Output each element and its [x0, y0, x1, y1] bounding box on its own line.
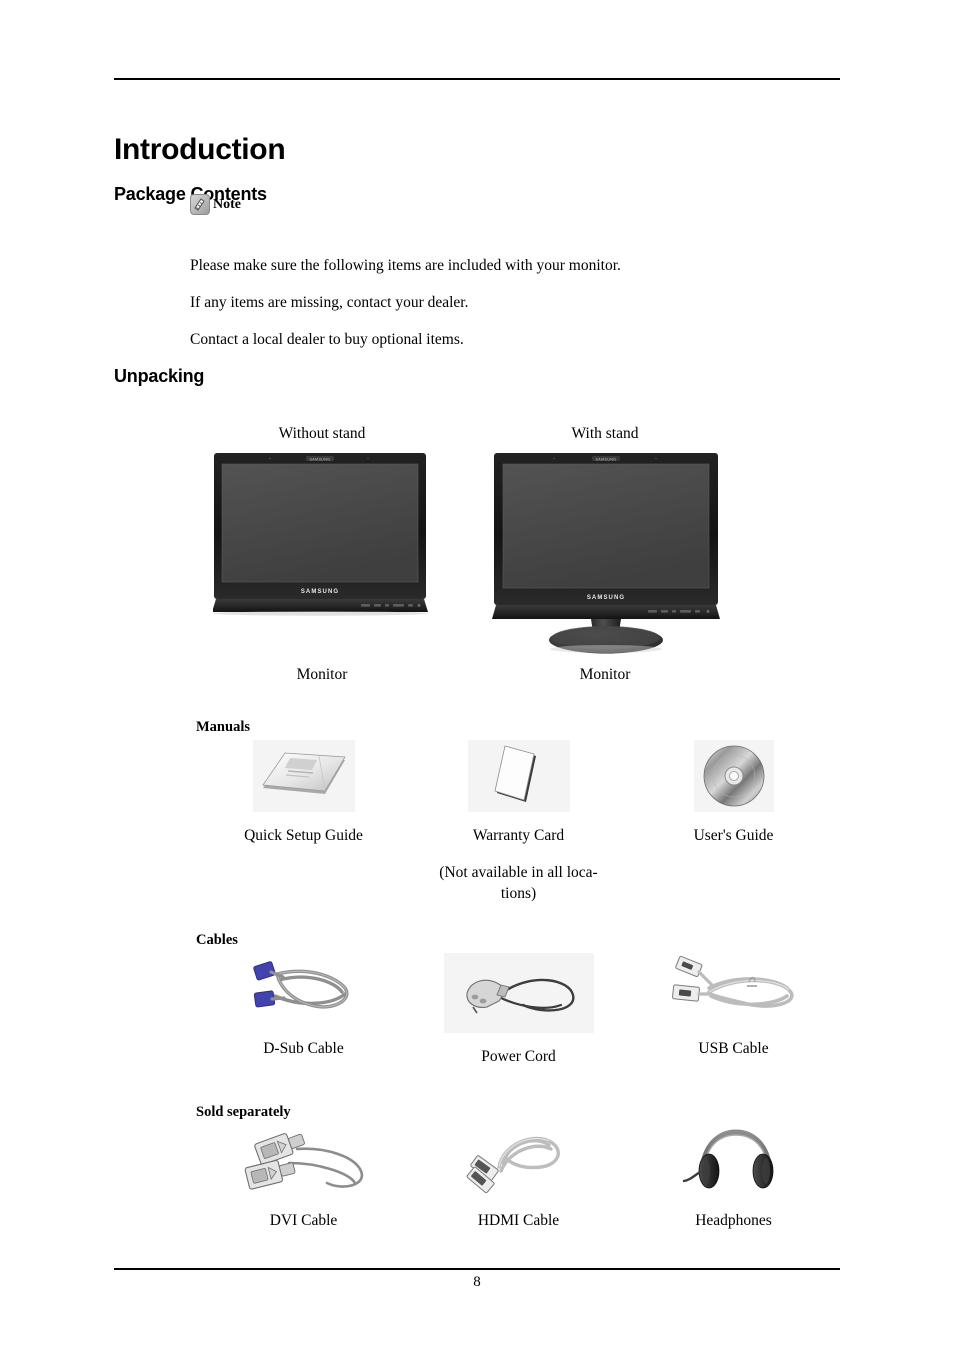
subsection-label-manuals: Manuals [196, 719, 250, 735]
page-title: Introduction [114, 133, 286, 167]
sold-separately-item-grid: DVI Cable HDMI Cable Headphones [196, 1125, 841, 1230]
svg-text:SAMSUNG: SAMSUNG [301, 589, 339, 595]
dsub-cable-icon [239, 953, 369, 1025]
item-usb-cable: USB Cable [626, 953, 841, 1066]
cables-item-grid: D-Sub Cable Power Cord USB Cable [196, 953, 841, 1066]
item-dsub-cable: D-Sub Cable [196, 953, 411, 1066]
monitor-label-left: Monitor [296, 666, 348, 683]
item-label: USB Cable [698, 1040, 769, 1057]
manuals-item-grid: Quick Setup Guide Warranty Card (Not ava… [196, 740, 841, 904]
cd-disc-icon [693, 740, 774, 812]
subsection-label-sold-separately: Sold separately [196, 1104, 291, 1120]
svg-text:SAMSUNG: SAMSUNG [596, 457, 617, 461]
svg-text:SAMSUNG: SAMSUNG [587, 595, 625, 601]
item-dvi-cable: DVI Cable [196, 1125, 411, 1230]
item-label: DVI Cable [269, 1212, 338, 1229]
item-label: HDMI Cable [477, 1212, 560, 1229]
booklet-icon [252, 740, 355, 812]
note-pen-icon [190, 194, 210, 215]
paragraph-missing-items: If any items are missing, contact your d… [190, 293, 469, 311]
monitor-with-stand-icon: SAMSUNG SAMSUNG [490, 452, 725, 662]
item-label: Warranty Card [472, 827, 565, 844]
monitor-caption-with-stand: With stand [571, 425, 639, 442]
note-label: Note [213, 196, 241, 212]
item-warranty-card: Warranty Card (Not available in all loca… [411, 740, 626, 904]
item-availability-note: (Not available in all loca- tions) [439, 864, 598, 902]
paragraph-optional-items: Contact a local dealer to buy optional i… [190, 330, 464, 348]
page-number: 8 [473, 1274, 481, 1290]
item-label: User's Guide [693, 827, 774, 844]
item-headphones: Headphones [626, 1125, 841, 1230]
note-block: Note [190, 194, 241, 215]
usb-cable-icon [659, 953, 809, 1025]
item-hdmi-cable: HDMI Cable [411, 1125, 626, 1230]
footer-rule [114, 1268, 840, 1270]
item-label: Power Cord [481, 1048, 556, 1065]
monitor-without-stand-icon: SAMSUNG SAMSUNG [212, 452, 433, 622]
monitor-caption-without-stand: Without stand [278, 425, 366, 442]
item-label: Quick Setup Guide [244, 827, 363, 844]
monitor-label-right: Monitor [579, 666, 631, 683]
headphones-icon [679, 1125, 789, 1197]
item-label: D-Sub Cable [263, 1040, 344, 1057]
section-heading-unpacking: Unpacking [114, 365, 205, 386]
power-cord-icon [443, 953, 594, 1033]
subsection-label-cables: Cables [196, 932, 238, 948]
header-rule [114, 78, 840, 80]
item-label: Headphones [695, 1212, 772, 1229]
document-page: Introduction Package Contents Note Pleas… [0, 0, 954, 1350]
paragraph-items-included: Please make sure the following items are… [190, 256, 621, 274]
item-quick-setup-guide: Quick Setup Guide [196, 740, 411, 904]
card-icon [467, 740, 570, 812]
dvi-cable-icon [229, 1125, 379, 1197]
item-power-cord: Power Cord [411, 953, 626, 1066]
svg-text:SAMSUNG: SAMSUNG [310, 457, 331, 461]
hdmi-cable-icon [454, 1125, 584, 1197]
item-users-guide: User's Guide [626, 740, 841, 904]
